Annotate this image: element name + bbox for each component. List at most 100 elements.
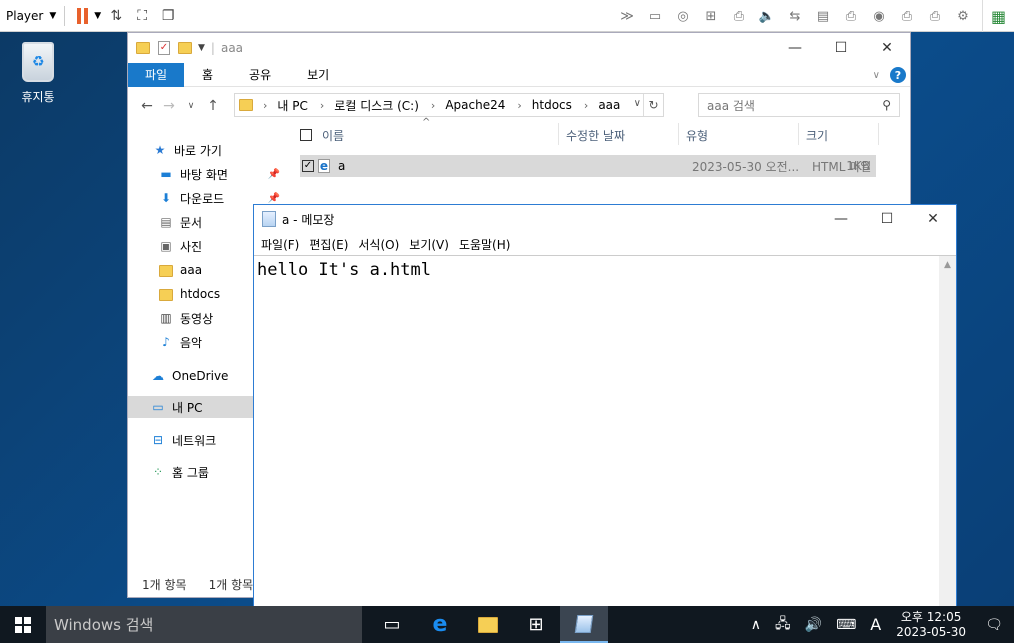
minimize-button[interactable]: —: [772, 33, 818, 63]
help-icon[interactable]: ?: [890, 67, 906, 83]
network-icon[interactable]: 🖧: [775, 613, 791, 637]
sound-icon[interactable]: 🔈: [756, 5, 778, 27]
vertical-scrollbar[interactable]: ▲: [939, 255, 956, 609]
floppy-icon[interactable]: ▤: [812, 5, 834, 27]
menu-help[interactable]: 도움말(H): [454, 236, 516, 253]
refresh-button[interactable]: ↻: [643, 94, 663, 116]
sidebar-item-pictures[interactable]: ▣ 사진: [158, 235, 202, 257]
chevron-down-icon[interactable]: ▼: [49, 11, 56, 21]
message-log-icon[interactable]: ▦: [982, 0, 1014, 32]
sidebar-item-homegroup[interactable]: ⁘ 홈 그룹: [150, 461, 209, 483]
address-bar[interactable]: › 내 PC › 로컬 디스크 (C:) › Apache24 › htdocs…: [234, 93, 664, 117]
network-icon: ⊟: [152, 433, 164, 447]
sidebar-item-network[interactable]: ⊟ 네트워크: [150, 429, 216, 451]
computer-icon: ▭: [152, 400, 164, 414]
music-icon: ♪: [162, 335, 170, 349]
select-all-checkbox[interactable]: [300, 129, 312, 141]
unity-icon[interactable]: ❐: [157, 5, 179, 27]
breadcrumb-local-disk[interactable]: 로컬 디스크 (C:): [334, 97, 419, 114]
notepad-taskbar-icon[interactable]: [560, 606, 608, 643]
column-modified[interactable]: 수정한 날짜: [566, 127, 625, 144]
cd-icon[interactable]: ◎: [672, 5, 694, 27]
recent-locations-button[interactable]: ∨: [180, 101, 202, 111]
breadcrumb-this-pc[interactable]: 내 PC: [277, 97, 307, 114]
printer-icon[interactable]: ⎙: [896, 5, 918, 27]
pause-icon[interactable]: [77, 7, 89, 24]
menu-view[interactable]: 보기(V): [404, 236, 454, 253]
scroll-up-icon[interactable]: ▲: [939, 260, 956, 270]
expand-ribbon-icon[interactable]: ∨: [873, 70, 880, 81]
close-button[interactable]: ✕: [864, 33, 910, 63]
selected-count: 1개 항목: [208, 578, 254, 592]
printer-icon[interactable]: ⎙: [924, 5, 946, 27]
breadcrumb-htdocs[interactable]: htdocs: [532, 98, 572, 112]
chevron-down-icon[interactable]: ∨: [634, 98, 641, 109]
notification-icon[interactable]: 🗨: [974, 606, 1014, 643]
back-button[interactable]: ←: [136, 98, 158, 114]
row-checkbox[interactable]: ✓: [302, 160, 314, 172]
tab-view[interactable]: 보기: [289, 66, 347, 83]
menu-format[interactable]: 서식(O): [353, 236, 404, 253]
chevron-down-icon[interactable]: ▼: [94, 11, 101, 21]
sidebar-item-quick-access[interactable]: ★ 바로 가기: [152, 139, 222, 161]
send-ctrl-alt-del-icon[interactable]: ⇅: [105, 5, 127, 27]
taskbar-search-input[interactable]: Windows 검색: [46, 606, 362, 643]
forward-button[interactable]: →: [158, 98, 180, 114]
breadcrumb-apache24[interactable]: Apache24: [445, 98, 505, 112]
download-icon: ⬇: [160, 191, 172, 205]
printer-icon[interactable]: ⎙: [840, 5, 862, 27]
network-adapter-icon[interactable]: ⊞: [700, 5, 722, 27]
start-button[interactable]: [0, 606, 46, 643]
sidebar-item-music[interactable]: ♪ 음악: [158, 331, 202, 353]
file-explorer-icon[interactable]: [464, 606, 512, 643]
more-icon[interactable]: ≫: [616, 5, 638, 27]
settings-icon[interactable]: ⚙: [952, 5, 974, 27]
volume-icon[interactable]: 🔊: [805, 617, 822, 633]
close-button[interactable]: ✕: [910, 205, 956, 233]
up-button[interactable]: ↑: [202, 98, 224, 114]
tab-file[interactable]: 파일: [128, 62, 184, 87]
sidebar-item-aaa[interactable]: aaa: [158, 259, 202, 281]
new-folder-icon[interactable]: [178, 42, 192, 54]
column-type[interactable]: 유형: [686, 127, 708, 144]
breadcrumb-aaa[interactable]: aaa: [598, 98, 620, 112]
status-bar: 1개 항목 1개 항목: [142, 576, 253, 593]
system-tray: ∧ 🖧 🔊 ⌨ A 오후 12:05 2023-05-30 🗨: [744, 606, 1014, 643]
show-hidden-icons[interactable]: ∧: [751, 617, 761, 633]
sidebar-item-desktop[interactable]: ▬ 바탕 화면 📌: [158, 163, 288, 185]
printer-icon[interactable]: ⎙: [728, 5, 750, 27]
keyboard-icon[interactable]: ⌨: [836, 617, 856, 633]
sidebar-item-videos[interactable]: ▥ 동영상: [158, 307, 213, 329]
properties-icon[interactable]: ✓: [158, 41, 170, 55]
player-menu[interactable]: Player: [6, 9, 43, 23]
folder-icon[interactable]: [136, 42, 150, 54]
maximize-button[interactable]: ☐: [818, 33, 864, 63]
menu-edit[interactable]: 편집(E): [304, 236, 353, 253]
minimize-button[interactable]: —: [818, 205, 864, 233]
search-input[interactable]: aaa 검색 ⚲: [698, 93, 900, 117]
fullscreen-icon[interactable]: ⛶: [131, 5, 153, 27]
explorer-title: aaa: [220, 41, 244, 55]
table-row[interactable]: ✓ e a 2023-05-30 오전... HTML 파일 1KB: [300, 155, 876, 177]
menu-file[interactable]: 파일(F): [256, 236, 304, 253]
column-name[interactable]: 이름: [322, 127, 548, 144]
recycle-bin[interactable]: 휴지통: [14, 42, 62, 105]
notepad-window: a - 메모장 — ☐ ✕ 파일(F) 편집(E) 서식(O) 보기(V) 도움…: [253, 204, 957, 610]
text-editor[interactable]: hello It's a.html: [254, 255, 940, 609]
hard-disk-icon[interactable]: ▭: [644, 5, 666, 27]
customize-quick-access-icon[interactable]: ▼: [198, 43, 205, 53]
maximize-button[interactable]: ☐: [864, 205, 910, 233]
usb-icon[interactable]: ⇆: [784, 5, 806, 27]
task-view-icon[interactable]: ▭: [368, 606, 416, 643]
sidebar-item-documents[interactable]: ▤ 문서: [158, 211, 202, 233]
sidebar-item-htdocs[interactable]: htdocs: [158, 283, 220, 305]
clock[interactable]: 오후 12:05 2023-05-30: [896, 610, 966, 640]
camera-icon[interactable]: ◉: [868, 5, 890, 27]
ime-indicator[interactable]: A: [870, 615, 881, 634]
store-icon[interactable]: ⊞: [512, 606, 560, 643]
tab-share[interactable]: 공유: [231, 66, 289, 83]
tab-home[interactable]: 홈: [184, 66, 231, 83]
column-size[interactable]: 크기: [806, 127, 828, 144]
edge-icon[interactable]: e: [416, 606, 464, 643]
sidebar-item-onedrive[interactable]: ☁ OneDrive: [150, 365, 228, 387]
